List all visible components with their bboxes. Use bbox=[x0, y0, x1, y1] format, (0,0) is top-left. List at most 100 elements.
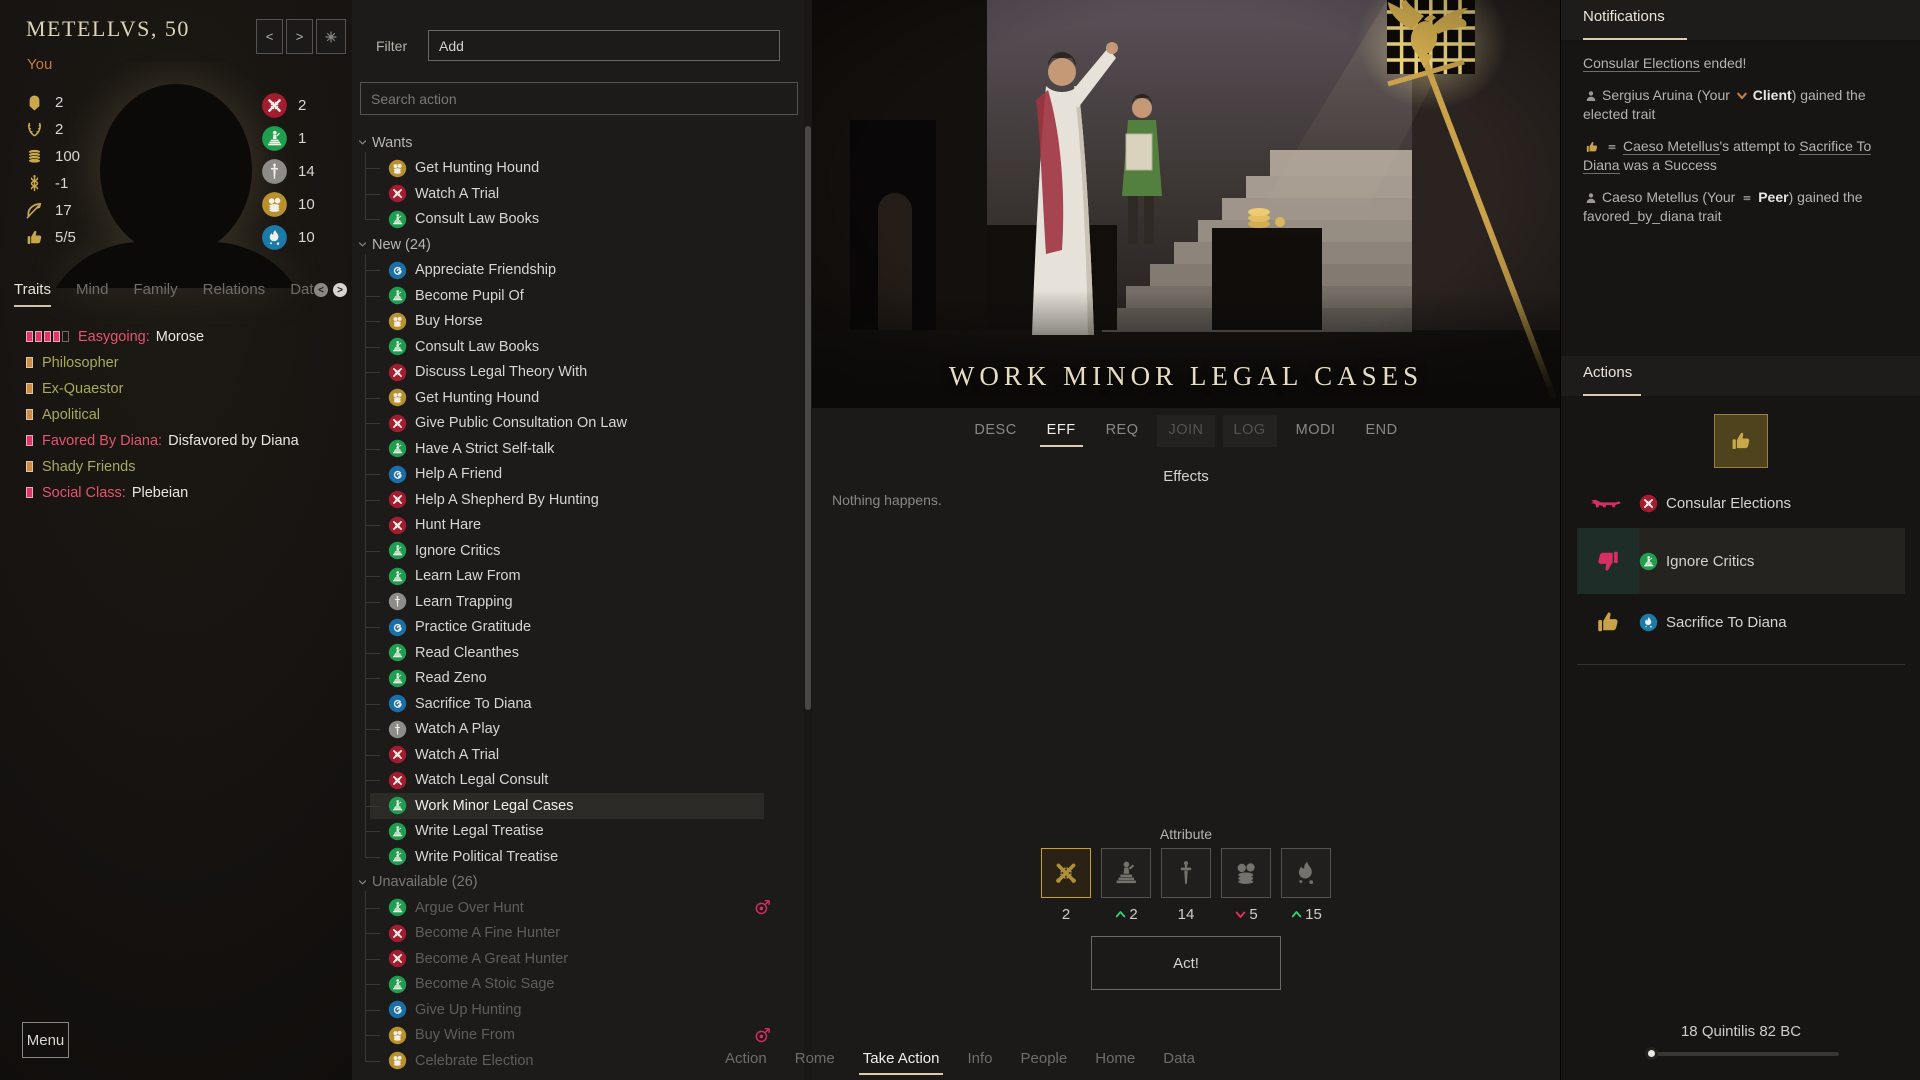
attribute-rostrum[interactable] bbox=[1101, 848, 1151, 898]
notification-text: 's attempt to bbox=[1720, 138, 1800, 154]
detail-tab-end[interactable]: END bbox=[1355, 415, 1409, 447]
notification-text: Caeso Metellus (Your bbox=[1602, 189, 1739, 205]
tab-relations[interactable]: Relations bbox=[203, 281, 266, 307]
action-item[interactable]: Appreciate Friendship bbox=[352, 258, 796, 284]
act-button[interactable]: Act! bbox=[1091, 936, 1281, 990]
action-item[interactable]: Watch A Trial bbox=[352, 742, 796, 768]
attribute-value: 2 bbox=[1101, 906, 1151, 923]
action-item[interactable]: Become Pupil Of bbox=[352, 283, 796, 309]
menu-button[interactable]: Menu bbox=[22, 1022, 69, 1058]
trait-row[interactable]: Shady Friends bbox=[0, 456, 352, 477]
notification-link[interactable]: Consular Elections bbox=[1583, 55, 1700, 72]
character-tabs: TraitsMindFamilyRelationsData bbox=[0, 276, 352, 312]
trait-row[interactable]: Apolitical bbox=[0, 404, 352, 425]
action-item[interactable]: Work Minor Legal Cases bbox=[352, 793, 796, 819]
action-item[interactable]: Give Up Hunting bbox=[352, 997, 796, 1023]
action-item[interactable]: Become A Stoic Sage bbox=[352, 972, 796, 998]
nav-people[interactable]: People bbox=[1021, 1050, 1068, 1075]
action-item[interactable]: Watch Legal Consult bbox=[352, 768, 796, 794]
action-item[interactable]: Argue Over Hunt bbox=[352, 895, 796, 921]
nav-rome[interactable]: Rome bbox=[795, 1050, 835, 1075]
queued-action-row[interactable]: Sacrifice To Diana bbox=[1577, 594, 1905, 650]
trait-row[interactable]: Favored By Diana:Disfavored by Diana bbox=[0, 430, 352, 451]
queued-action-row[interactable]: Consular Elections bbox=[1577, 478, 1905, 528]
detail-tab-modi[interactable]: MODI bbox=[1285, 415, 1347, 447]
tab-scroll-right-button[interactable]: > bbox=[333, 283, 347, 297]
action-slot-button[interactable] bbox=[1714, 414, 1768, 468]
action-item[interactable]: Write Legal Treatise bbox=[352, 819, 796, 845]
action-item[interactable]: Hunt Hare bbox=[352, 513, 796, 539]
tab-scroll-left-button[interactable]: < bbox=[314, 283, 328, 297]
nav-info[interactable]: Info bbox=[967, 1050, 992, 1075]
action-item[interactable]: Learn Trapping bbox=[352, 589, 796, 615]
action-item-label: Sacrifice To Diana bbox=[415, 696, 532, 712]
detail-tab-desc[interactable]: DESC bbox=[963, 415, 1027, 447]
tab-traits[interactable]: Traits bbox=[14, 281, 51, 307]
action-section: New (24)Appreciate FriendshipBecome Pupi… bbox=[352, 232, 796, 870]
attribute-coins[interactable] bbox=[1221, 848, 1271, 898]
tab-family[interactable]: Family bbox=[133, 281, 177, 307]
trait-row[interactable]: Easygoing:Morose bbox=[0, 326, 352, 347]
filter-label: Filter bbox=[376, 38, 428, 54]
filter-input[interactable] bbox=[428, 30, 780, 61]
action-item-label: Argue Over Hunt bbox=[415, 900, 524, 916]
queued-action-row[interactable]: Ignore Critics bbox=[1577, 528, 1905, 594]
detail-tab-req[interactable]: REQ bbox=[1095, 415, 1150, 447]
action-item[interactable]: Get Hunting Hound bbox=[352, 385, 796, 411]
trait-row[interactable]: Social Class:Plebeian bbox=[0, 482, 352, 503]
trait-row[interactable]: Philosopher bbox=[0, 352, 352, 373]
action-item[interactable]: Get Hunting Hound bbox=[352, 156, 796, 182]
action-item[interactable]: Give Public Consultation On Law bbox=[352, 411, 796, 437]
action-item[interactable]: Consult Law Books bbox=[352, 207, 796, 233]
action-item[interactable]: Read Cleanthes bbox=[352, 640, 796, 666]
detail-tab-eff[interactable]: EFF bbox=[1036, 415, 1087, 447]
notification-link[interactable]: Caeso Metellus bbox=[1623, 138, 1720, 155]
gray-dagger-icon bbox=[388, 720, 407, 739]
search-input[interactable] bbox=[360, 82, 798, 115]
nav-take-action[interactable]: Take Action bbox=[863, 1050, 940, 1075]
green-rostrum-icon bbox=[388, 822, 407, 841]
action-item[interactable]: Become A Great Hunter bbox=[352, 946, 796, 972]
action-item[interactable]: Help A Shepherd By Hunting bbox=[352, 487, 796, 513]
nav-home[interactable]: Home bbox=[1095, 1050, 1135, 1075]
action-item[interactable]: Read Zeno bbox=[352, 666, 796, 692]
action-item-label: Work Minor Legal Cases bbox=[415, 798, 574, 814]
trait-label: Shady Friends bbox=[42, 459, 136, 475]
time-slider-thumb[interactable] bbox=[1645, 1047, 1658, 1060]
next-character-button[interactable]: > bbox=[286, 19, 313, 54]
stat-shield: 2 bbox=[24, 92, 80, 113]
time-slider[interactable] bbox=[1645, 1052, 1839, 1056]
action-item[interactable]: Sacrifice To Diana bbox=[352, 691, 796, 717]
nav-action[interactable]: Action bbox=[725, 1050, 767, 1075]
section-header[interactable]: New (24) bbox=[352, 232, 796, 258]
action-item[interactable]: Practice Gratitude bbox=[352, 615, 796, 641]
attribute-dagger[interactable] bbox=[1161, 848, 1211, 898]
section-header[interactable]: Unavailable (26) bbox=[352, 870, 796, 896]
action-item[interactable]: Watch A Play bbox=[352, 717, 796, 743]
action-item[interactable]: Become A Fine Hunter bbox=[352, 921, 796, 947]
attribute-swords[interactable] bbox=[1041, 848, 1091, 898]
nav-data[interactable]: Data bbox=[1163, 1050, 1195, 1075]
action-item[interactable]: Buy Horse bbox=[352, 309, 796, 335]
section-header[interactable]: Wants bbox=[352, 130, 796, 156]
action-item[interactable]: Help A Friend bbox=[352, 462, 796, 488]
scrollbar-thumb[interactable] bbox=[805, 126, 811, 710]
trait-pips bbox=[26, 461, 33, 472]
stat-value: 100 bbox=[55, 148, 80, 165]
action-item[interactable]: Buy Wine From bbox=[352, 1023, 796, 1049]
stat-value: 2 bbox=[55, 121, 63, 138]
star-button[interactable] bbox=[316, 19, 346, 54]
action-item[interactable]: Discuss Legal Theory With bbox=[352, 360, 796, 386]
tab-mind[interactable]: Mind bbox=[76, 281, 109, 307]
action-item[interactable]: Learn Law From bbox=[352, 564, 796, 590]
action-item[interactable]: Watch A Trial bbox=[352, 181, 796, 207]
trait-row[interactable]: Ex-Quaestor bbox=[0, 378, 352, 399]
action-item-label: Watch A Trial bbox=[415, 747, 499, 763]
action-item[interactable]: Consult Law Books bbox=[352, 334, 796, 360]
prev-character-button[interactable]: < bbox=[256, 19, 283, 54]
queued-action-label: Sacrifice To Diana bbox=[1666, 614, 1787, 631]
action-item[interactable]: Have A Strict Self-talk bbox=[352, 436, 796, 462]
action-item[interactable]: Ignore Critics bbox=[352, 538, 796, 564]
action-item[interactable]: Write Political Treatise bbox=[352, 844, 796, 870]
attribute-flame[interactable] bbox=[1281, 848, 1331, 898]
